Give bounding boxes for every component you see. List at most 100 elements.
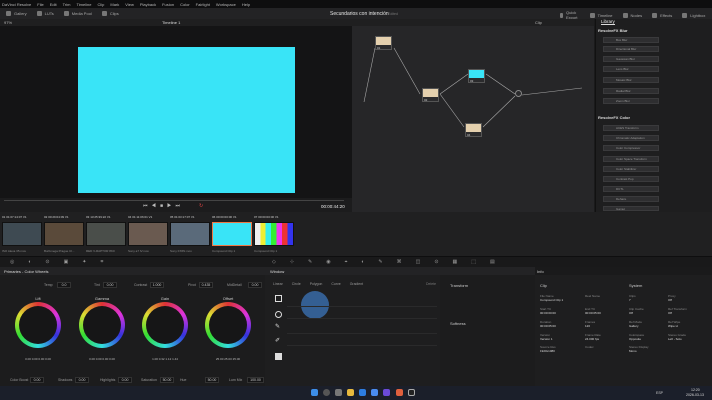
playback-controls[interactable]: ⏮◀■▶⏭	[143, 203, 184, 209]
fx-item[interactable]: DCTL	[603, 186, 659, 192]
pen-window-icon[interactable]: ✎	[275, 323, 280, 330]
video-preview[interactable]	[78, 47, 295, 193]
temp-field[interactable]: 0.0	[57, 282, 71, 288]
layer-mixer-node[interactable]	[515, 90, 522, 97]
polygon-tool[interactable]: Polygon	[310, 282, 323, 286]
saturation-field[interactable]: 50.00	[160, 377, 174, 383]
node-04[interactable]: 04	[465, 123, 482, 137]
menu-item[interactable]: Workspace	[216, 2, 236, 7]
fx-item[interactable]: Radial Blur	[603, 88, 659, 94]
node-01[interactable]: 01	[375, 36, 392, 50]
fx-item[interactable]: Gamut	[603, 206, 659, 211]
library-tab[interactable]: Library	[601, 19, 615, 25]
color-boost-field[interactable]: 0.00	[30, 377, 44, 383]
gradient-tool[interactable]: Gradient	[350, 282, 363, 286]
node-editor[interactable]: 01 02 03 04	[352, 26, 594, 212]
menu-item[interactable]: Edit	[50, 2, 57, 7]
browser-icon[interactable]	[359, 389, 366, 396]
fx-item[interactable]: Gaussian Blur	[603, 56, 659, 62]
fx-item[interactable]: Color Stabilizer	[603, 166, 659, 172]
lum-mix-field[interactable]: 100.00	[247, 377, 264, 383]
linear-tool[interactable]: Linear	[273, 282, 283, 286]
task-view-icon[interactable]	[335, 389, 342, 396]
circle-window-icon[interactable]	[275, 311, 282, 318]
pivot-field[interactable]: 0.435	[199, 282, 213, 288]
timeline-name[interactable]: Timeline 1	[162, 20, 180, 25]
palette-icons-right[interactable]: ◇⊹✎◉⌖◐✎⌘◫⊙▦⬚▤	[272, 259, 509, 265]
menu-item[interactable]: Playback	[140, 2, 156, 7]
fx-item[interactable]: Color Space Transform	[603, 156, 659, 162]
menu-item[interactable]: Help	[242, 2, 250, 7]
offset-wheel[interactable]	[205, 302, 251, 348]
clips-button[interactable]: Clips	[101, 11, 119, 16]
fx-item[interactable]: Dehaze	[603, 196, 659, 202]
clip-thumbnail[interactable]	[86, 222, 126, 246]
menu-item[interactable]: Fairlight	[196, 2, 210, 7]
palette-icons-left[interactable]: ◎◐⊙▣✦⌗	[10, 259, 117, 265]
menu-item[interactable]: Fusion	[162, 2, 174, 7]
contrast-field[interactable]: 1.000	[150, 282, 164, 288]
gamma-wheel[interactable]	[79, 302, 125, 348]
language-indicator[interactable]: ESP	[656, 391, 663, 395]
menu-item[interactable]: DaVinci Resolve	[2, 2, 31, 7]
loop-icon[interactable]: ↻	[199, 203, 203, 209]
node-02[interactable]: 02	[422, 88, 439, 102]
app-icon[interactable]	[396, 389, 403, 396]
delete-button[interactable]: Delete	[426, 282, 436, 286]
curve-tool[interactable]: Curve	[331, 282, 340, 286]
media-pool-button[interactable]: Media Pool	[63, 11, 92, 16]
curve-window-icon[interactable]: ✐	[275, 337, 280, 344]
menu-item[interactable]: Clip	[97, 2, 104, 7]
store-icon[interactable]	[371, 389, 378, 396]
hue-field[interactable]: 50.00	[205, 377, 219, 383]
square-window-icon[interactable]	[275, 295, 282, 302]
shadows-field[interactable]: 0.00	[75, 377, 89, 383]
node-mode[interactable]: Clip	[535, 20, 542, 25]
clip-thumbnail[interactable]	[170, 222, 210, 246]
window-row[interactable]	[287, 333, 437, 346]
gain-wheel[interactable]	[142, 302, 188, 348]
clip-thumbnail[interactable]	[128, 222, 168, 246]
wheel-values[interactable]: 1.00 0.32 1.12 1.44	[137, 357, 193, 361]
gradient-window-icon[interactable]	[275, 353, 282, 360]
middetail-field[interactable]: 0.00	[248, 282, 262, 288]
menu-item[interactable]: Mark	[110, 2, 119, 7]
menu-item[interactable]: View	[125, 2, 134, 7]
circle-tool[interactable]: Circle	[292, 282, 301, 286]
clock-time[interactable]: 12:20	[691, 388, 700, 392]
wheel-values[interactable]: 25.00 25.00 25.00	[200, 357, 256, 361]
section-blur-header[interactable]: ResolveFX Blur	[598, 28, 628, 33]
app-icon[interactable]	[383, 389, 390, 396]
lift-wheel[interactable]	[15, 302, 61, 348]
menu-item[interactable]: File	[37, 2, 43, 7]
fx-item[interactable]: Box Blur	[603, 37, 659, 43]
node-03[interactable]: 03	[468, 69, 485, 83]
wheel-values[interactable]: 0.00 0.00 0.00 0.00	[10, 357, 66, 361]
fx-item[interactable]: Directional Blur	[603, 46, 659, 52]
menu-item[interactable]: Color	[180, 2, 190, 7]
search-icon[interactable]	[323, 389, 330, 396]
clip-thumbnail-selected[interactable]	[212, 222, 252, 246]
clip-thumbnail[interactable]	[254, 222, 294, 246]
fx-item[interactable]: Lens Blur	[603, 66, 659, 72]
luts-button[interactable]: LUTs	[36, 11, 54, 16]
gallery-button[interactable]: Gallery	[6, 11, 27, 16]
wheel-values[interactable]: 0.00 0.00 0.00 0.00	[74, 357, 130, 361]
fx-item[interactable]: Mosaic Blur	[603, 77, 659, 83]
fx-item[interactable]: Color Compressor	[603, 145, 659, 151]
start-icon[interactable]	[311, 389, 318, 396]
zoom-level[interactable]: 97%	[4, 20, 12, 25]
section-color-header[interactable]: ResolveFX Color	[598, 115, 630, 120]
window-row[interactable]	[287, 306, 437, 319]
menu-item[interactable]: Trim	[63, 2, 71, 7]
clip-thumbnail[interactable]	[44, 222, 84, 246]
fx-item[interactable]: Chromatic Adaptation	[603, 135, 659, 141]
fx-item[interactable]: Contrast Pop	[603, 176, 659, 182]
highlights-field[interactable]: 0.00	[118, 377, 132, 383]
clock-date[interactable]: 2026-03-13	[686, 393, 704, 397]
scrubber[interactable]	[4, 200, 344, 201]
file-explorer-icon[interactable]	[347, 389, 354, 396]
tint-field[interactable]: 0.00	[103, 282, 117, 288]
clip-thumbnail[interactable]	[2, 222, 42, 246]
fx-item[interactable]: Zoom Blur	[603, 98, 659, 104]
